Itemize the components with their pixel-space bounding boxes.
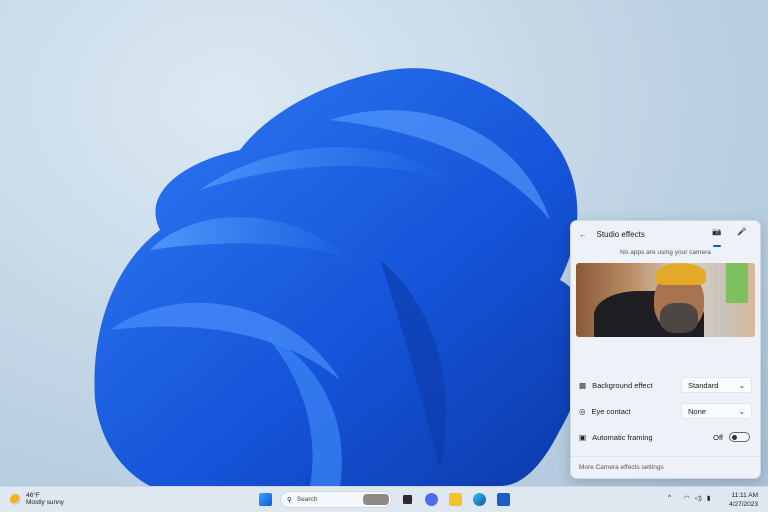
- studio-effects-panel: ← Studio effects 📷 🎤 No apps are using y…: [570, 220, 761, 479]
- camera-tab-icon[interactable]: 📷: [710, 227, 724, 247]
- store-icon[interactable]: [497, 493, 510, 506]
- weather-condition: Mostly sunny: [26, 499, 64, 506]
- eye-contact-icon: ◎: [579, 406, 586, 416]
- framing-icon: ▣: [579, 432, 587, 442]
- automatic-framing-row: ▣ Automatic framing Off: [579, 429, 752, 445]
- time: 11:11 AM: [731, 492, 759, 499]
- background-effect-row: ▦ Background effect Standard ⌄: [579, 377, 752, 393]
- sun-cloud-icon: [10, 493, 21, 505]
- file-explorer-icon[interactable]: [449, 493, 462, 506]
- setting-label: Eye contact: [591, 406, 631, 416]
- clock[interactable]: 11:11 AM 4/27/2023: [729, 491, 758, 509]
- more-settings-link[interactable]: More Camera effects settings: [571, 456, 760, 478]
- camera-status: No apps are using your camera: [620, 249, 711, 256]
- chat-icon[interactable]: [425, 493, 438, 506]
- search-box[interactable]: ⚲ Search: [280, 491, 392, 508]
- system-tray[interactable]: ◠ ◁) ▮: [684, 494, 710, 502]
- eye-contact-dropdown[interactable]: None ⌄: [681, 403, 752, 419]
- volume-icon: ◁): [694, 495, 702, 502]
- camera-preview: [576, 263, 755, 337]
- dropdown-value: None: [688, 406, 706, 416]
- search-highlight-icon: [363, 494, 389, 505]
- battery-icon: ▮: [706, 495, 711, 502]
- setting-label: Background effect: [592, 380, 653, 390]
- background-effect-dropdown[interactable]: Standard ⌄: [681, 377, 752, 393]
- search-icon: ⚲: [287, 496, 292, 504]
- automatic-framing-toggle[interactable]: [729, 432, 750, 442]
- microphone-tab-icon[interactable]: 🎤: [736, 227, 748, 236]
- weather-temp: 46°F: [26, 492, 40, 499]
- chevron-up-icon[interactable]: ^: [668, 494, 671, 501]
- eye-contact-row: ◎ Eye contact None ⌄: [579, 403, 752, 419]
- chevron-down-icon: ⌄: [738, 406, 745, 416]
- task-view-icon[interactable]: [402, 494, 413, 505]
- chevron-down-icon: ⌄: [738, 380, 745, 390]
- wifi-icon: ◠: [684, 495, 690, 502]
- start-icon[interactable]: [259, 493, 272, 506]
- weather-widget[interactable]: 46°F Mostly sunny: [10, 492, 64, 506]
- dropdown-value: Standard: [688, 380, 719, 390]
- background-blur-icon: ▦: [579, 380, 587, 390]
- panel-title: Studio effects: [596, 229, 645, 239]
- taskbar: 46°F Mostly sunny ⚲ Search ^ ◠ ◁) ▮ 11:11 AM…: [0, 486, 768, 512]
- back-arrow-icon[interactable]: ←: [579, 230, 587, 239]
- edge-icon[interactable]: [473, 493, 486, 506]
- date: 4/27/2023: [729, 501, 758, 508]
- toggle-state: Off: [713, 432, 723, 442]
- search-placeholder: Search: [296, 496, 318, 503]
- setting-label: Automatic framing: [592, 432, 653, 442]
